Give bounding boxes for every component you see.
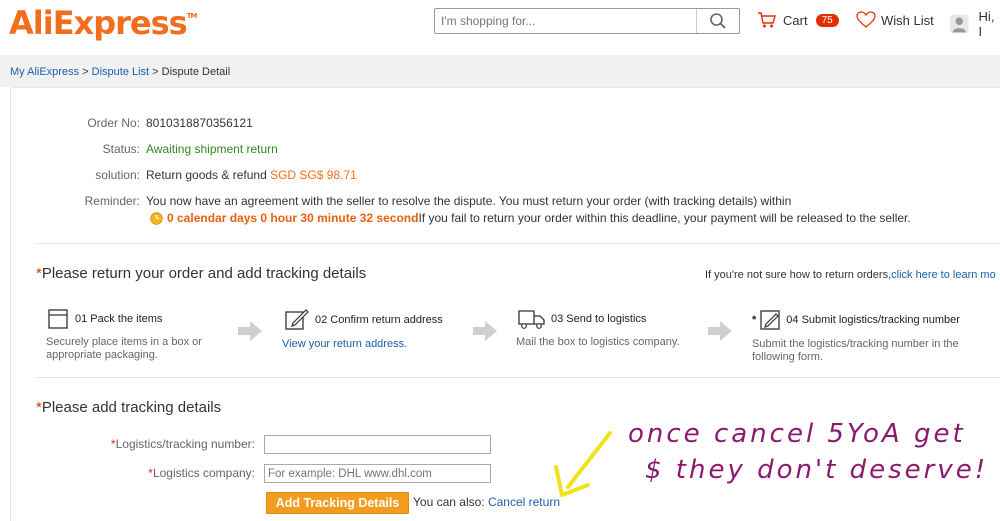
status-label: Status:: [102, 142, 140, 156]
step-confirm-address: 02 Confirm return address View your retu…: [282, 308, 482, 351]
step-arrow-icon: [708, 321, 732, 341]
avatar-icon: [950, 14, 969, 34]
pencil-document-icon: [760, 310, 780, 330]
reminder-text: You now have an agreement with the selle…: [146, 194, 792, 208]
logistics-company-input[interactable]: [264, 464, 491, 483]
solution-label: solution:: [95, 168, 140, 182]
search-box: [434, 8, 740, 34]
yellow-arrow-icon: [566, 431, 612, 489]
reminder-deadline-text: If you fail to return your order within …: [418, 211, 911, 225]
solution-value: Return goods & refund SGD SG$ 98.71: [146, 168, 357, 182]
handwritten-annotation: once cancel 5YoA get $ they don't deserv…: [554, 419, 988, 497]
step-arrow-icon: [473, 321, 497, 341]
step-arrow-icon: [238, 321, 262, 341]
search-button[interactable]: [697, 9, 739, 33]
heart-icon: [856, 11, 876, 28]
cart-label: Cart: [783, 12, 808, 28]
order-number: 8010318870356121: [146, 116, 253, 130]
breadcrumb-dispute-list[interactable]: Dispute List: [92, 66, 149, 78]
step-send-logistics: 03 Send to logistics Mail the box to log…: [516, 308, 718, 349]
tracking-number-label: *Logistics/tracking number:: [110, 437, 255, 451]
breadcrumb-my-aliexpress[interactable]: My AliExpress: [10, 66, 79, 78]
wishlist-label: Wish List: [881, 12, 934, 28]
breadcrumb: My AliExpress > Dispute List > Dispute D…: [10, 66, 231, 78]
tracking-section-title: *Please add tracking details: [36, 399, 222, 416]
annotation-line-1: once cancel 5YoA get: [628, 419, 966, 449]
refund-amount: SGD SG$ 98.71: [270, 168, 357, 182]
truck-icon: [518, 310, 545, 329]
wishlist-link[interactable]: Wish List: [856, 11, 934, 29]
order-no-label: Order No:: [87, 116, 140, 130]
cart-link[interactable]: Cart 75: [757, 11, 839, 29]
tracking-number-input[interactable]: [264, 435, 491, 454]
view-return-address-link[interactable]: View your return address.: [282, 338, 407, 350]
return-help: If you're not sure how to return orders,…: [705, 269, 996, 281]
divider: [36, 243, 1000, 244]
also-options: You can also: Cancel return: [413, 495, 560, 509]
box-icon: [48, 309, 68, 329]
aliexpress-logo[interactable]: AliExpressTM: [9, 4, 197, 42]
status-value: Awaiting shipment return: [146, 142, 278, 156]
greeting-text: Hi, I: [978, 9, 995, 39]
account-menu[interactable]: Hi, I: [950, 9, 1000, 39]
breadcrumb-current: Dispute Detail: [161, 66, 231, 78]
edit-document-icon: [285, 309, 309, 330]
search-icon: [710, 13, 726, 29]
reminder-label: Reminder:: [84, 194, 140, 208]
logistics-company-label: *Logistics company:: [148, 466, 255, 480]
cart-icon: [758, 12, 776, 28]
learn-more-link[interactable]: click here to learn mo: [891, 269, 996, 281]
breadcrumb-bar: My AliExpress > Dispute List > Dispute D…: [0, 55, 1000, 87]
search-input[interactable]: [435, 9, 697, 33]
add-tracking-details-button[interactable]: Add Tracking Details: [266, 492, 409, 514]
step-pack-items: 01 Pack the items Securely place items i…: [46, 308, 246, 362]
top-header: AliExpressTM Cart 75 Wish List Hi, I: [0, 0, 1000, 55]
reminder-countdown-line: 0 calendar days 0 hour 30 minute 32 seco…: [150, 211, 911, 225]
countdown-timer: 0 calendar days 0 hour 30 minute 32 seco…: [167, 211, 419, 225]
divider: [36, 377, 1000, 378]
clock-icon: [150, 211, 163, 225]
cart-count-badge: 75: [815, 13, 839, 27]
return-section-title: *Please return your order and add tracki…: [36, 265, 367, 282]
step-submit-tracking: * 04 Submit logistics/tracking number Su…: [752, 308, 992, 364]
annotation-line-2: $ they don't deserve!: [645, 455, 988, 485]
